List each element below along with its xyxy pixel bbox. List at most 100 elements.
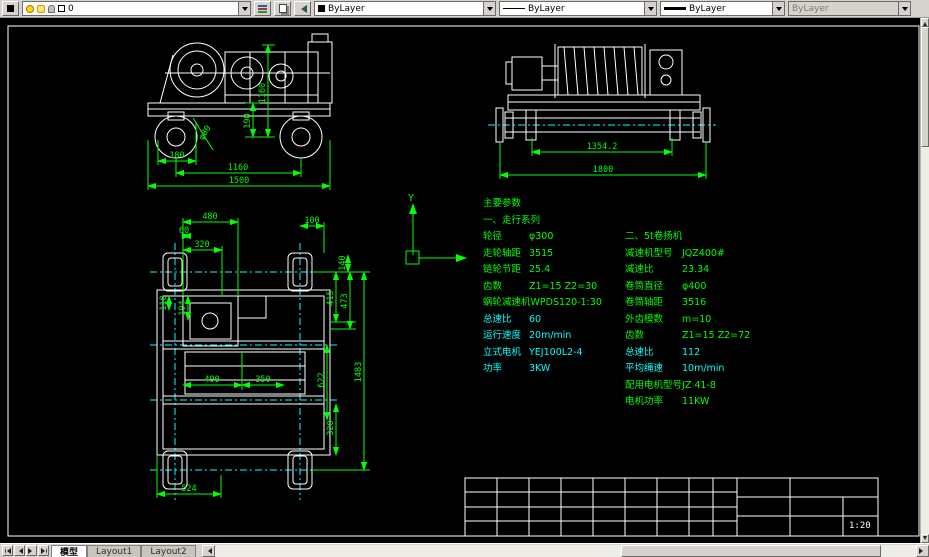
param-value: 3516 [682, 297, 706, 308]
chevron-down-icon[interactable] [483, 2, 495, 15]
dim-text: 320 [194, 240, 209, 250]
param-label: 减速比 [625, 262, 682, 279]
model-space-canvas[interactable]: 180 1160 1500 190 1160 φ80 [0, 18, 920, 543]
left-arrow-icon [16, 548, 23, 554]
make-object-layer-current-button[interactable] [254, 1, 271, 16]
horizontal-scroll-thumb[interactable] [621, 545, 880, 557]
layer-properties-icon [7, 5, 14, 12]
param-value: 10m/min [682, 363, 724, 374]
param-row: 齿数Z1=15 Z2=72 [625, 328, 750, 345]
next-tab-button[interactable] [26, 545, 37, 556]
dim-text: 320 [326, 420, 336, 435]
lineweight-combo[interactable]: ByLayer [660, 1, 785, 16]
param-label: 立式电机 [483, 345, 529, 362]
layers-button[interactable] [274, 1, 291, 16]
dim-text: 1160 [258, 83, 268, 103]
dim-text: 350 [255, 375, 270, 385]
layer-on-icon[interactable] [26, 5, 34, 13]
param-label: 轮径 [483, 229, 529, 246]
param-row: 蜗轮减速机WPDS120-1:30 [483, 295, 602, 312]
param-label: 卷筒轴距 [625, 295, 682, 312]
chevron-down-icon[interactable] [898, 2, 910, 15]
param-value: WPDS120-1:30 [531, 297, 602, 308]
linetype-sample-icon [503, 8, 525, 9]
param-value: 11KW [682, 396, 709, 407]
last-arrow-icon [41, 548, 47, 554]
param-label: 电机功率 [625, 394, 682, 411]
dim-text: 1800 [593, 165, 613, 175]
chevron-down-icon[interactable] [644, 2, 656, 15]
dim-text: 190 [243, 113, 253, 128]
param-value: 60 [529, 314, 541, 325]
dim-text: 180 [169, 151, 184, 161]
horizontal-scroll-track[interactable] [215, 545, 916, 557]
param-row: 平均绳速10m/min [625, 361, 750, 378]
autocad-window: 0 ByLayer ByLayer ByLayer ByLayer [0, 0, 929, 557]
parameter-column-right: 二、5t卷扬机 减速机型号JQZ400# 减速比23.34 卷筒直径φ400 卷… [625, 229, 750, 411]
chevron-down-icon[interactable] [772, 2, 784, 15]
plotstyle-combo[interactable]: ByLayer [788, 1, 911, 16]
linetype-value: ByLayer [528, 4, 565, 14]
dim-text: φ80 [197, 124, 214, 142]
layer-previous-button[interactable] [294, 1, 311, 16]
param-row: 卷筒轴距3516 [625, 295, 750, 312]
param-value: 3KW [529, 363, 550, 374]
layer-combo[interactable]: 0 [22, 1, 251, 16]
param-label: 总速比 [625, 345, 682, 362]
param-label: 功率 [483, 361, 529, 378]
chevron-down-icon[interactable] [238, 2, 250, 15]
color-value: ByLayer [328, 4, 365, 14]
layer-lock-icon[interactable] [48, 5, 55, 13]
param-value: JQZ400# [682, 248, 725, 259]
last-tab-button[interactable] [38, 545, 49, 556]
right-arrow-icon [919, 548, 926, 554]
layer-freeze-icon[interactable] [37, 5, 45, 13]
tab-layout2[interactable]: Layout2 [141, 545, 195, 557]
color-combo[interactable]: ByLayer [314, 1, 496, 16]
dim-text: 622 [317, 372, 327, 387]
ucs-icon: Y [406, 193, 467, 264]
params-right-header: 二、5t卷扬机 [625, 229, 750, 246]
vertical-scroll-thumb[interactable] [921, 27, 929, 147]
param-label: 总速比 [483, 312, 529, 329]
first-tab-button[interactable] [2, 545, 13, 556]
layer-stack-icon [258, 5, 267, 7]
tab-nav-buttons [0, 544, 51, 557]
right-arrow-icon [28, 548, 35, 554]
dim-text: 1500 [229, 176, 249, 186]
param-label: 齿数 [483, 279, 529, 296]
layer-color-swatch [58, 5, 65, 12]
dim-text: 1354.2 [587, 142, 618, 152]
scroll-right-button[interactable] [916, 545, 929, 557]
tab-layout1[interactable]: Layout1 [87, 545, 141, 557]
param-value: YEJ100L2-4 [529, 347, 583, 358]
param-label: 齿数 [625, 328, 682, 345]
param-label: 外齿模数 [625, 312, 682, 329]
drawing-canvas[interactable]: 180 1160 1500 190 1160 φ80 [0, 18, 920, 543]
side-view: 1354.2 1800 [488, 44, 716, 179]
titleblock-scale: 1:20 [849, 521, 871, 531]
layer-properties-button[interactable] [2, 1, 19, 16]
param-value: φ300 [529, 231, 553, 242]
dim-text: 415 [326, 290, 336, 305]
up-arrow-icon [923, 20, 927, 26]
first-arrow-icon [5, 548, 11, 554]
tab-model[interactable]: 模型 [51, 545, 87, 557]
dim-text: 118 [159, 295, 169, 310]
object-properties-toolbar: 0 ByLayer ByLayer ByLayer ByLayer [0, 0, 929, 18]
layout-tab-bar: 模型 Layout1 Layout2 [0, 543, 929, 557]
scroll-left-button[interactable] [202, 545, 215, 557]
prev-tab-button[interactable] [14, 545, 25, 556]
scroll-down-button[interactable] [921, 534, 929, 543]
dim-text: 60 [179, 226, 189, 236]
linetype-combo[interactable]: ByLayer [499, 1, 657, 16]
vertical-scrollbar[interactable] [920, 18, 929, 543]
scroll-up-button[interactable] [921, 18, 929, 27]
down-arrow-icon [923, 536, 927, 542]
layer-name: 0 [68, 4, 74, 14]
layers-sheet-icon [279, 4, 287, 13]
param-label: 链轮节距 [483, 262, 529, 279]
param-label: 运行速度 [483, 328, 529, 345]
param-value: Z1=15 Z2=72 [682, 330, 750, 341]
horizontal-scrollbar[interactable] [202, 545, 929, 556]
